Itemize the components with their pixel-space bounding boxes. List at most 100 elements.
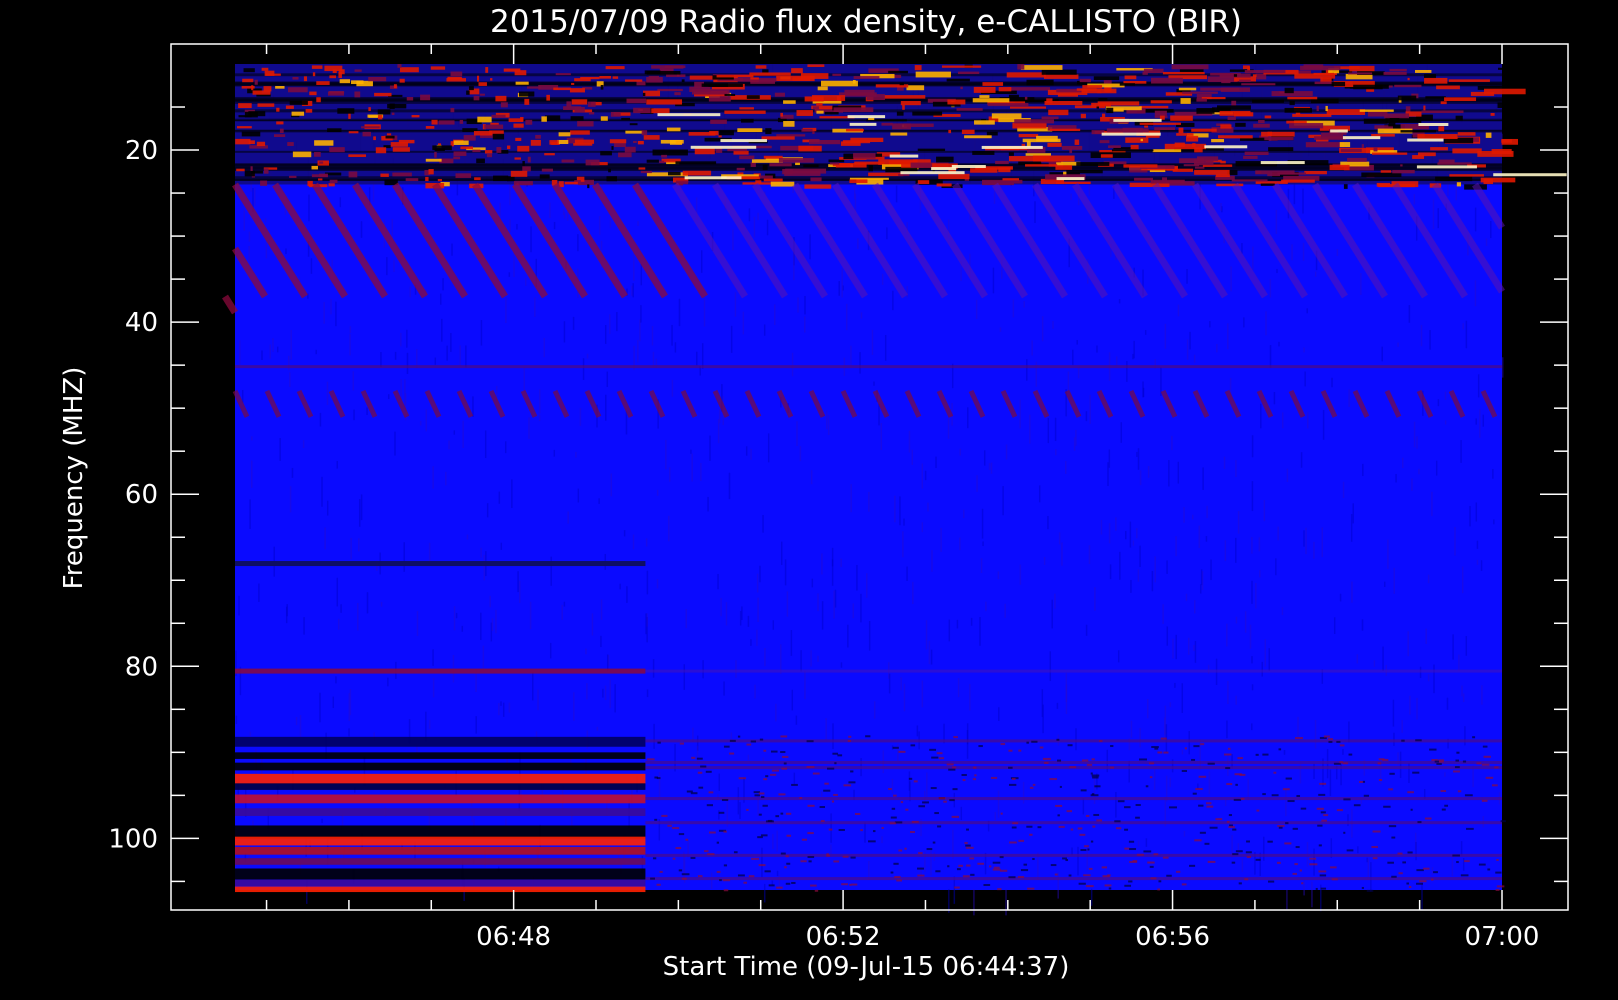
fm-band-noise	[850, 770, 854, 773]
rfi-burst	[621, 117, 631, 121]
noise-streak	[1175, 634, 1177, 660]
noise-streak	[358, 499, 361, 527]
rfi-burst	[399, 67, 419, 73]
noise-streak	[1200, 569, 1203, 586]
rfi-burst	[348, 154, 367, 157]
rfi-burst	[883, 95, 926, 99]
noise-streak	[1258, 537, 1261, 552]
noise-streak	[1129, 521, 1132, 548]
rfi-burst	[473, 131, 493, 136]
fm-band-noise	[780, 852, 786, 855]
fm-band-noise	[1058, 825, 1065, 828]
rfi-burst	[1130, 144, 1139, 150]
rfi-burst	[915, 71, 951, 78]
fm-band-noise	[1091, 758, 1095, 761]
noise-streak	[1197, 783, 1199, 789]
noise-streak	[1383, 581, 1386, 588]
fm-band-noise	[1491, 784, 1498, 787]
rfi-burst	[555, 73, 571, 76]
noise-streak	[1088, 545, 1091, 564]
noise-streak	[795, 715, 798, 725]
noise-streak	[248, 231, 251, 242]
rfi-burst	[769, 163, 792, 167]
narrow-red-line	[235, 668, 646, 674]
fm-band-noise	[1296, 794, 1301, 797]
noise-streak	[337, 618, 340, 630]
fm-band-noise	[831, 800, 835, 803]
fm-band-noise	[1158, 880, 1162, 883]
fm-band-noise	[1276, 861, 1281, 864]
noise-streak	[1139, 545, 1141, 568]
rfi-burst	[274, 134, 286, 138]
rfi-burst	[791, 68, 803, 74]
noise-streak	[1051, 599, 1053, 629]
noise-streak	[1153, 767, 1156, 791]
rfi-burst	[1221, 79, 1231, 84]
rfi-burst	[646, 99, 683, 105]
noise-streak	[484, 430, 487, 459]
noise-streak	[764, 647, 766, 667]
noise-streak	[360, 494, 363, 521]
rfi-burst	[238, 103, 252, 109]
rfi-burst	[491, 114, 506, 118]
rfi-burst	[1178, 87, 1197, 91]
noise-streak	[640, 263, 643, 286]
noise-streak	[461, 625, 464, 632]
fm-band-noise	[992, 868, 1001, 871]
rfi-burst	[1397, 95, 1417, 101]
rfi-burst	[1076, 162, 1110, 166]
noise-streak	[750, 639, 752, 646]
noise-streak	[1269, 279, 1272, 298]
noise-streak	[1249, 624, 1252, 649]
rfi-burst	[510, 170, 528, 177]
fm-band-noise	[1408, 885, 1412, 888]
rfi-burst	[1182, 91, 1218, 94]
noise-streak	[251, 436, 253, 441]
fm-band-noise	[1008, 876, 1016, 879]
noise-streak	[979, 617, 981, 646]
noise-streak	[1151, 570, 1154, 592]
noise-streak	[1058, 532, 1061, 545]
noise-streak	[1038, 485, 1041, 503]
noise-streak	[891, 778, 894, 794]
rfi-burst	[1143, 68, 1164, 74]
noise-streak	[1139, 728, 1141, 748]
rfi-burst	[1485, 132, 1492, 138]
noise-streak	[1198, 525, 1201, 549]
noise-streak	[1075, 429, 1077, 446]
rfi-burst	[466, 90, 470, 95]
rfi-burst	[316, 81, 330, 85]
fm-band-noise	[1277, 824, 1285, 827]
rfi-burst	[1239, 79, 1251, 83]
fm-band-noise	[1342, 762, 1348, 765]
rfi-burst	[724, 110, 766, 114]
noise-streak	[480, 547, 482, 558]
noise-streak	[448, 440, 450, 450]
noise-streak	[238, 595, 240, 616]
noise-streak	[878, 403, 880, 426]
noise-streak	[1461, 566, 1464, 594]
fm-band-noise	[977, 862, 985, 865]
rfi-burst	[816, 110, 824, 114]
rfi-burst	[1008, 156, 1050, 162]
rfi-burst	[947, 99, 966, 105]
noise-streak	[1199, 584, 1202, 594]
noise-streak	[1465, 636, 1468, 656]
noise-streak	[1137, 448, 1140, 470]
fm-band-noise	[806, 765, 815, 768]
noise-streak	[632, 534, 635, 550]
fm-band-noise	[1339, 761, 1344, 764]
noise-streak	[483, 554, 486, 581]
rfi-burst	[438, 120, 455, 125]
rfi-burst	[1178, 127, 1184, 134]
fm-band-noise	[1169, 806, 1177, 809]
noise-streak	[880, 423, 883, 451]
fm-band-noise	[1320, 887, 1327, 890]
noise-streak	[899, 496, 901, 526]
fm-band-noise	[1154, 747, 1159, 750]
noise-streak	[1251, 684, 1254, 691]
rfi-burst	[587, 184, 590, 189]
fm-band-noise	[1244, 878, 1249, 881]
noise-streak	[517, 571, 519, 593]
noise-streak	[691, 453, 693, 482]
